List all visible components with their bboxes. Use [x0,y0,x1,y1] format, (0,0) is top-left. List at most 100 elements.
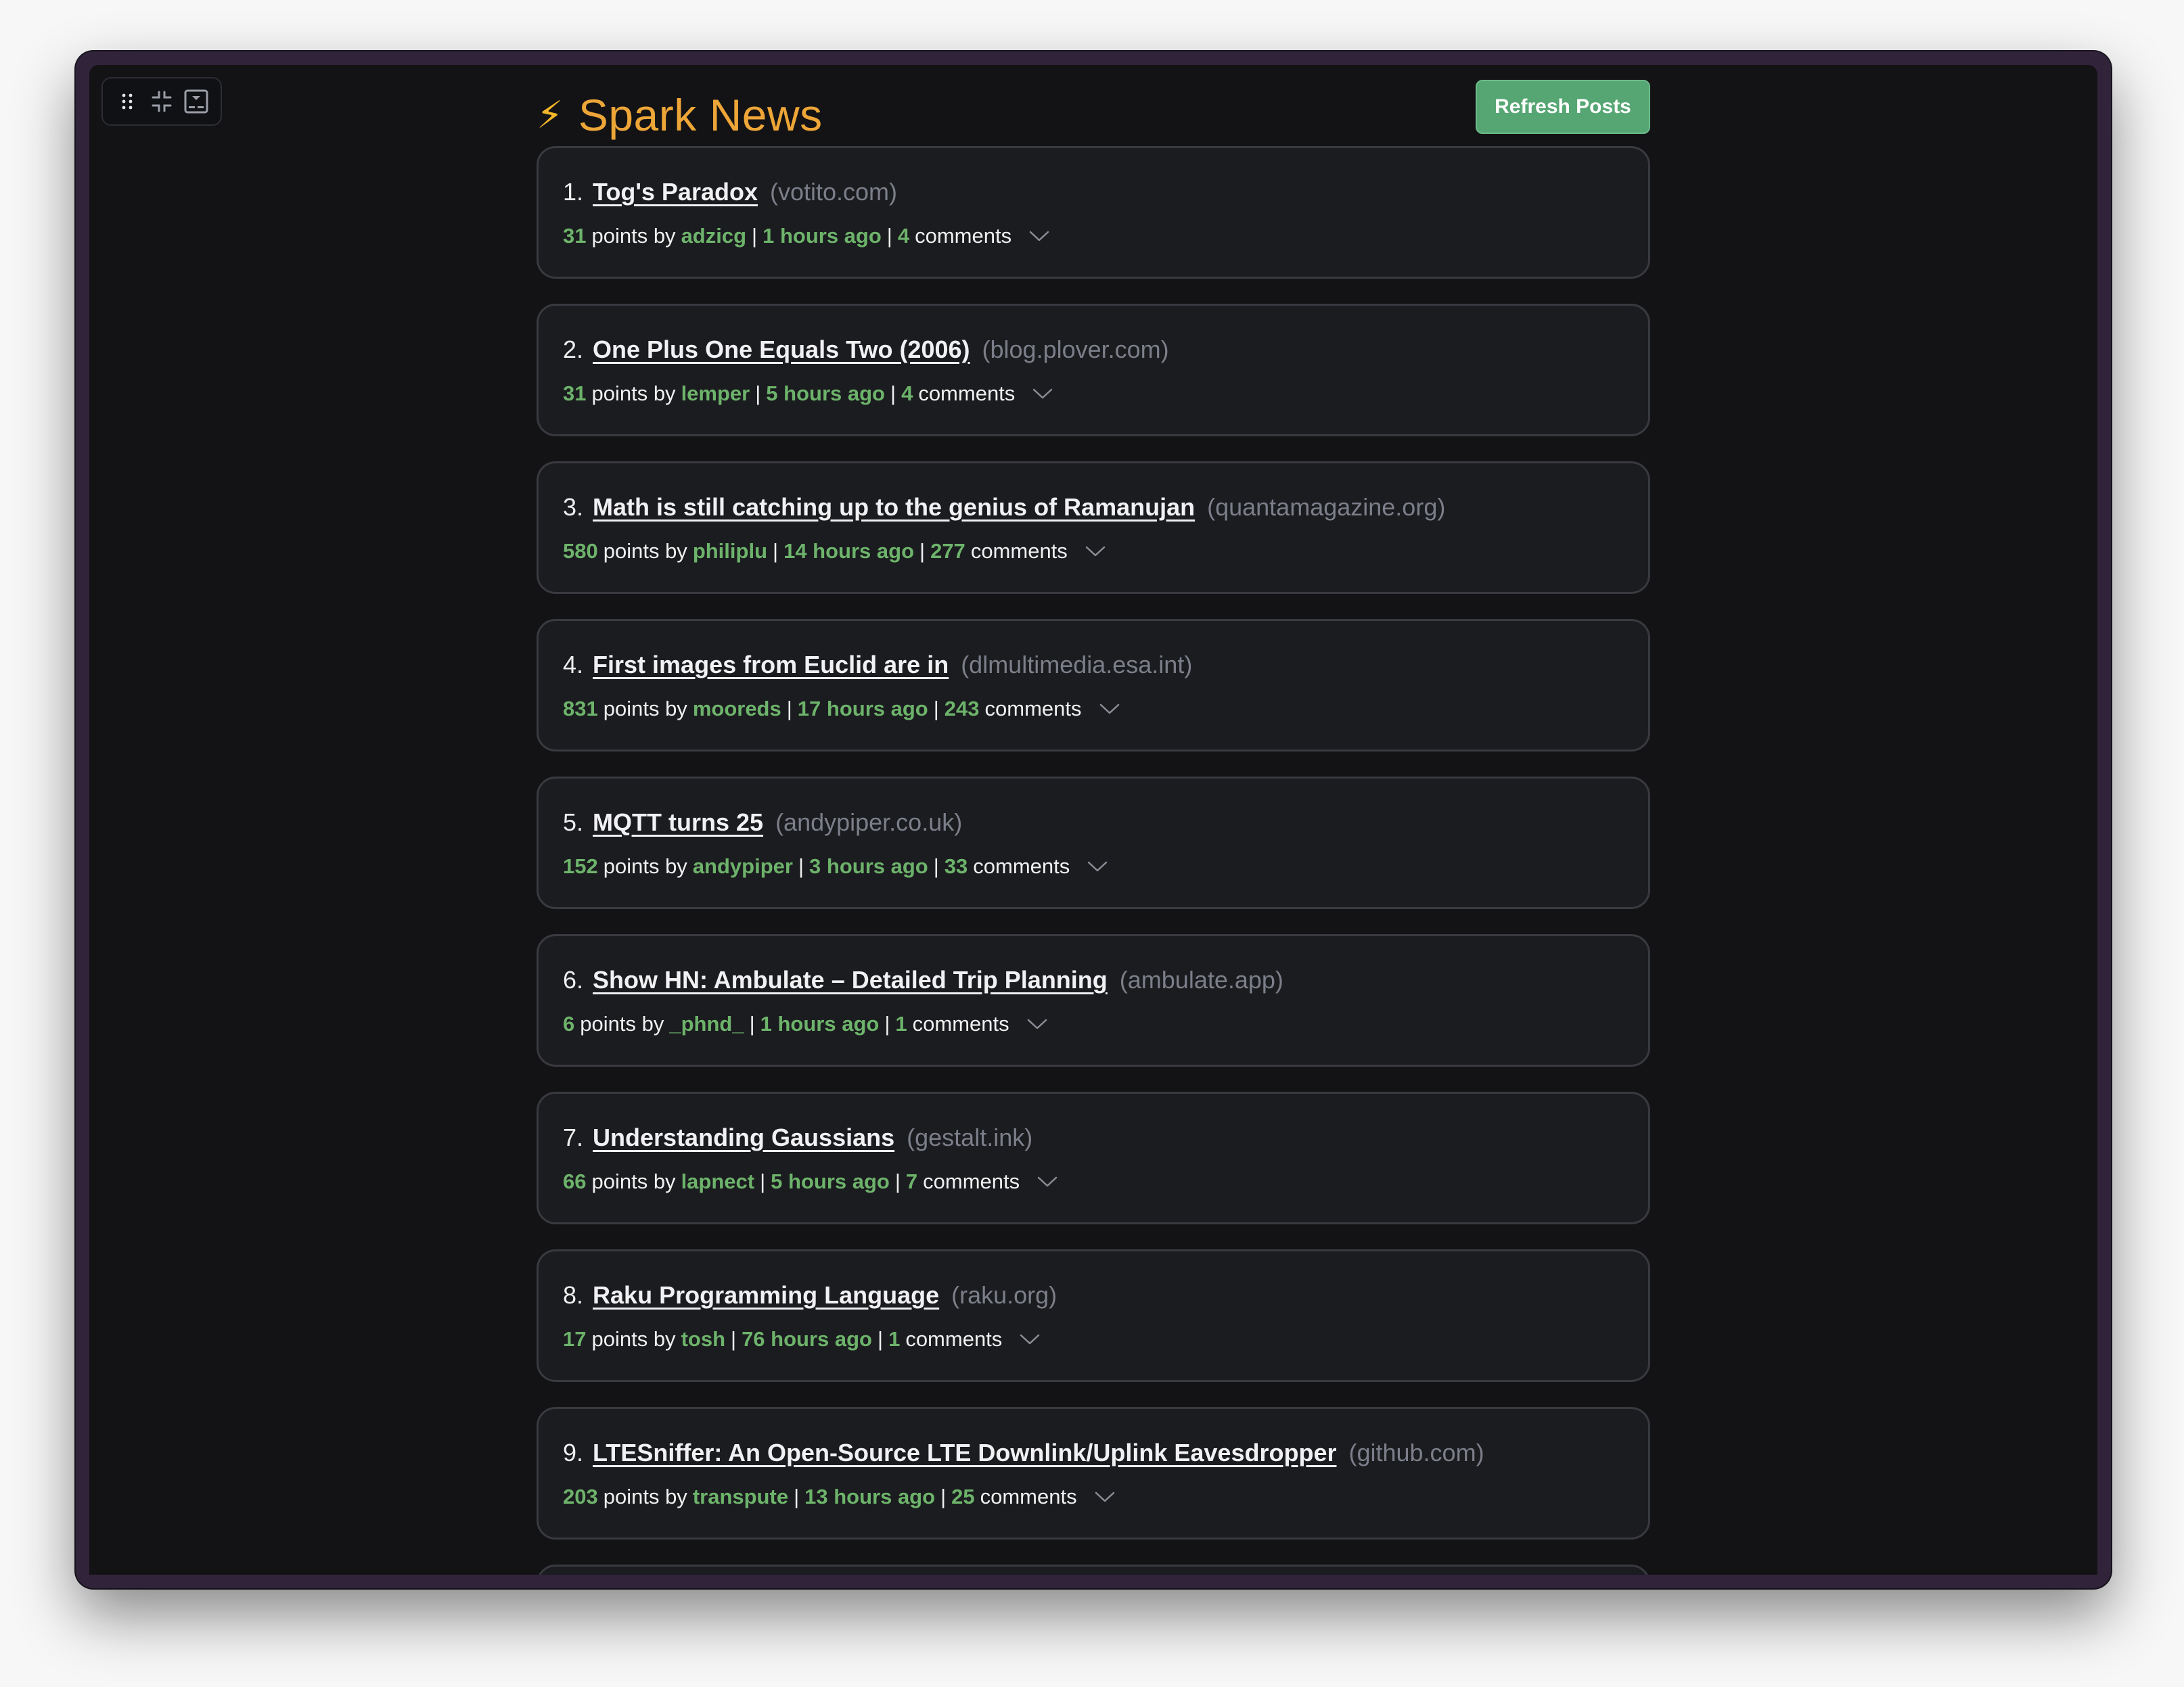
lightning-bolt-icon: ⚡ [537,93,564,136]
post-time: 5 hours ago [771,1170,890,1193]
separator: | [755,382,761,405]
post-rank: 8. [563,1281,584,1309]
post-list: 1. Tog's Paradox (votito.com) 31 points … [537,146,1650,1575]
chevron-down-icon[interactable] [1095,1491,1115,1503]
post-meta-row: 203 points by transpute | 13 hours ago |… [563,1485,1648,1509]
post-author[interactable]: transpute [693,1485,788,1509]
post-author[interactable]: andypiper [693,854,793,879]
chevron-down-icon[interactable] [1032,388,1053,400]
post-title-link[interactable]: Raku Programming Language [593,1281,939,1310]
comments-label: comments [918,382,1016,405]
post-title-row: 9. LTESniffer: An Open-Source LTE Downli… [563,1439,1648,1467]
separator: | [786,697,792,720]
post-title-row: 2. One Plus One Equals Two (2006) (blog.… [563,336,1648,364]
post-comment-count: 4 [897,224,910,248]
post-title-link[interactable]: LTESniffer: An Open-Source LTE Downlink/… [593,1439,1336,1467]
post-points: 6 [563,1012,575,1036]
post-card: 8. Raku Programming Language (raku.org) … [537,1249,1650,1382]
chevron-down-icon[interactable] [1029,230,1049,242]
post-card-partial [537,1565,1650,1575]
post-title-row: 4. First images from Euclid are in (dlmu… [563,651,1648,679]
post-author[interactable]: mooreds [693,697,781,721]
post-author[interactable]: adzicg [681,224,746,248]
chevron-down-icon[interactable] [1085,545,1106,557]
post-domain[interactable]: (blog.plover.com) [982,336,1169,364]
post-title-row: 3. Math is still catching up to the geni… [563,493,1648,522]
post-time: 5 hours ago [766,382,885,405]
separator: | [878,1327,884,1351]
post-time: 76 hours ago [742,1327,872,1351]
separator: | [933,854,939,878]
comments-label: comments [984,697,1082,720]
refresh-posts-button[interactable]: Refresh Posts [1476,80,1650,134]
post-domain[interactable]: (github.com) [1348,1439,1484,1467]
post-rank: 3. [563,493,584,521]
post-meta-row: 31 points by lemper | 5 hours ago | 4 co… [563,382,1648,406]
post-domain[interactable]: (ambulate.app) [1120,966,1283,994]
post-author[interactable]: lemper [681,382,750,406]
post-comment-count: 25 [951,1485,975,1508]
separator: | [894,1170,901,1193]
post-meta-row: 66 points by lapnect | 5 hours ago | 7 c… [563,1170,1648,1194]
post-time: 17 hours ago [797,697,928,720]
post-meta-row: 6 points by _phnd_ | 1 hours ago | 1 com… [563,1012,1648,1036]
post-title-link[interactable]: Understanding Gaussians [593,1124,894,1152]
post-domain[interactable]: (gestalt.ink) [907,1124,1032,1152]
post-title-link[interactable]: Math is still catching up to the genius … [593,493,1195,522]
post-time: 3 hours ago [809,854,928,878]
post-title-link[interactable]: MQTT turns 25 [593,808,763,837]
points-by-label: points by [603,539,687,563]
drag-handle-icon[interactable] [114,88,141,115]
post-rank: 7. [563,1124,584,1151]
separator: | [940,1485,947,1508]
points-by-label: points by [603,1485,687,1508]
post-domain[interactable]: (andypiper.co.uk) [775,808,962,837]
separator: | [752,224,758,248]
chevron-down-icon[interactable] [1087,860,1108,873]
post-comment-count: 7 [905,1170,918,1193]
post-domain[interactable]: (dlmultimedia.esa.int) [961,651,1192,679]
post-meta-row: 831 points by mooreds | 17 hours ago | 2… [563,697,1648,721]
post-domain[interactable]: (votito.com) [770,178,897,206]
post-domain[interactable]: (quantamagazine.org) [1207,493,1445,522]
post-title-link[interactable]: Tog's Paradox [593,178,758,206]
post-points: 31 [563,382,587,405]
post-domain[interactable]: (raku.org) [951,1281,1057,1310]
separator: | [886,224,892,248]
post-author[interactable]: _phnd_ [669,1012,744,1036]
post-comment-count: 4 [901,382,913,405]
page-title: ⚡ Spark News [537,89,823,141]
news-column: ⚡ Spark News Refresh Posts 1. Tog's Para… [537,65,1650,1575]
post-points: 17 [563,1327,587,1351]
post-meta-row: 17 points by tosh | 76 hours ago | 1 com… [563,1327,1648,1351]
post-title-link[interactable]: One Plus One Equals Two (2006) [593,336,970,364]
post-card: 7. Understanding Gaussians (gestalt.ink)… [537,1092,1650,1224]
collapse-icon[interactable] [148,88,175,115]
post-author[interactable]: philiplu [693,539,767,563]
post-meta-row: 580 points by philiplu | 14 hours ago | … [563,539,1648,563]
post-rank: 5. [563,808,584,836]
chevron-down-icon[interactable] [1027,1018,1047,1030]
post-title-link[interactable]: First images from Euclid are in [593,651,949,679]
post-author[interactable]: tosh [681,1327,725,1351]
comments-label: comments [970,539,1068,563]
post-card: 2. One Plus One Equals Two (2006) (blog.… [537,304,1650,436]
chevron-down-icon[interactable] [1020,1333,1040,1345]
post-rank: 6. [563,966,584,994]
post-rank: 1. [563,178,584,206]
post-time: 13 hours ago [804,1485,936,1508]
points-by-label: points by [591,224,676,248]
post-title-link[interactable]: Show HN: Ambulate – Detailed Trip Planni… [593,966,1108,994]
app-content: ⚡ Spark News Refresh Posts 1. Tog's Para… [89,65,2097,1575]
separator: | [933,697,939,720]
panel-toggle-icon[interactable] [183,88,210,115]
chevron-down-icon[interactable] [1099,703,1120,715]
post-author[interactable]: lapnect [681,1170,755,1194]
post-card: 5. MQTT turns 25 (andypiper.co.uk) 152 p… [537,777,1650,909]
post-card: 9. LTESniffer: An Open-Source LTE Downli… [537,1407,1650,1540]
post-rank: 2. [563,336,584,363]
chevron-down-icon[interactable] [1037,1176,1057,1188]
separator: | [760,1170,766,1193]
separator: | [919,539,926,563]
post-rank: 9. [563,1439,584,1466]
